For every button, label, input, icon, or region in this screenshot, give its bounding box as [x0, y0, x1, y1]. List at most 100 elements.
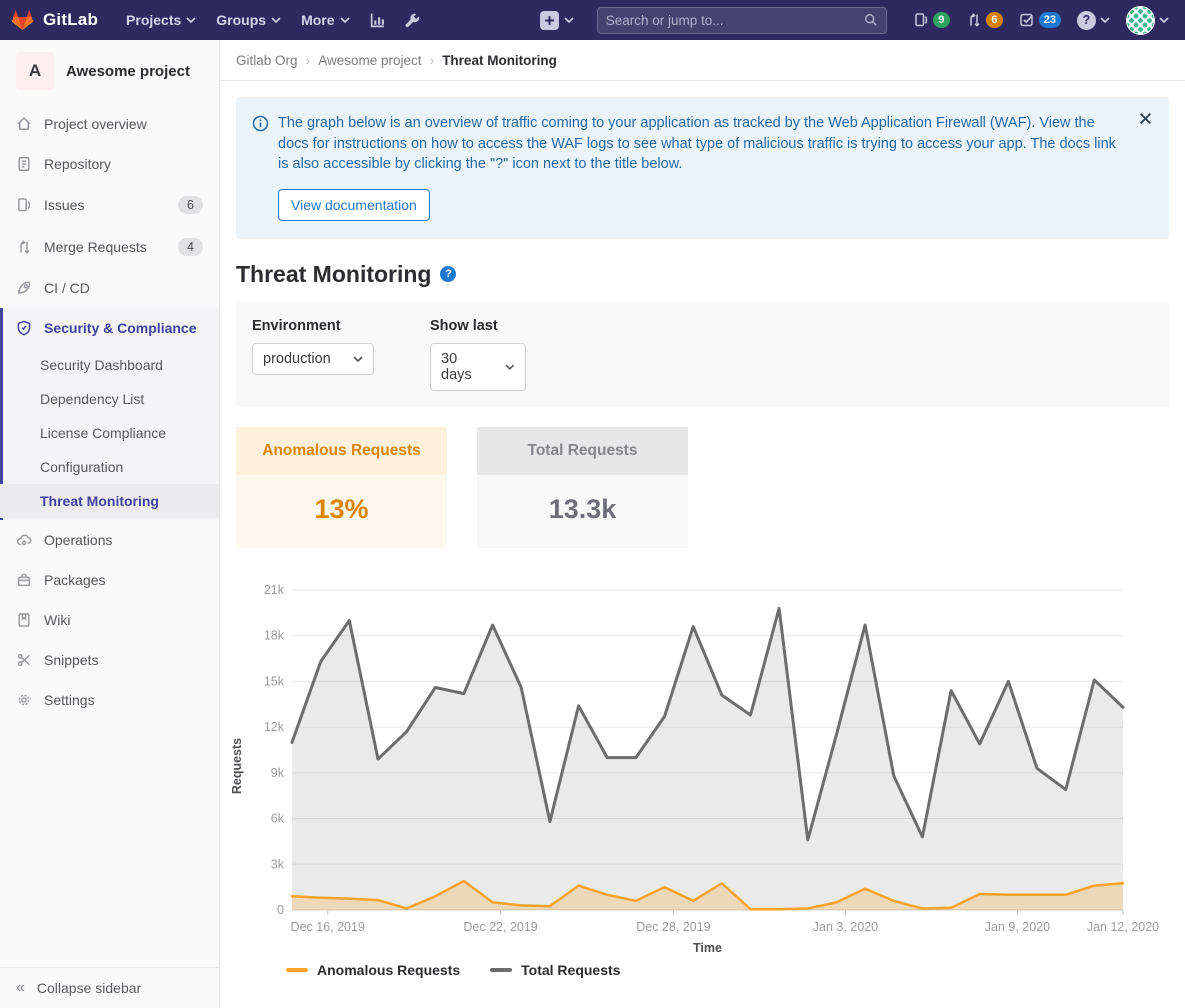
- chevron-down-icon: [505, 364, 515, 370]
- svg-text:3k: 3k: [271, 857, 285, 871]
- menu-more[interactable]: More: [291, 0, 359, 40]
- bar-chart-icon: [369, 12, 386, 29]
- sidebar-item-merge-requests[interactable]: Merge Requests 4: [0, 226, 219, 268]
- gear-icon: [16, 692, 32, 708]
- page-title: Threat Monitoring: [236, 261, 431, 288]
- menu-projects-label: Projects: [126, 12, 181, 28]
- help-menu[interactable]: ?: [1069, 11, 1118, 30]
- collapse-sidebar-button[interactable]: « Collapse sidebar: [0, 967, 219, 1008]
- menu-groups[interactable]: Groups: [206, 0, 291, 40]
- info-icon: [252, 115, 269, 132]
- project-avatar: A: [16, 52, 54, 90]
- sidebar-item-project-overview[interactable]: Project overview: [0, 104, 219, 144]
- plus-icon: [540, 11, 559, 30]
- breadcrumb-separator: ›: [430, 52, 435, 68]
- breadcrumb-current-page: Threat Monitoring: [442, 53, 557, 68]
- todos-counter[interactable]: 23: [1011, 12, 1069, 28]
- breadcrumb-project[interactable]: Awesome project: [318, 53, 421, 68]
- sidebar-subitem-security-dashboard[interactable]: Security Dashboard: [0, 348, 219, 382]
- legend-swatch-total: [490, 968, 512, 972]
- environment-value: production: [263, 351, 331, 367]
- show-last-select[interactable]: 30 days: [430, 343, 526, 391]
- total-requests-card[interactable]: Total Requests 13.3k: [477, 427, 688, 548]
- issues-icon: [16, 197, 32, 213]
- chevron-down-icon: [340, 17, 350, 23]
- sidebar-item-label: Snippets: [44, 652, 98, 668]
- menu-groups-label: Groups: [216, 12, 266, 28]
- svg-text:Dec 16, 2019: Dec 16, 2019: [291, 920, 365, 934]
- breadcrumb-group[interactable]: Gitlab Org: [236, 53, 298, 68]
- sidebar-item-snippets[interactable]: Snippets: [0, 640, 219, 680]
- show-last-value: 30 days: [441, 351, 489, 383]
- search-icon: [864, 13, 878, 27]
- user-avatar: [1126, 6, 1155, 35]
- threat-chart-svg: 03k6k9k12k15k18k21kDec 16, 2019Dec 22, 2…: [246, 572, 1157, 960]
- gitlab-logo[interactable]: GitLab: [10, 8, 98, 32]
- total-requests-label: Total Requests: [477, 427, 688, 475]
- environment-select[interactable]: production: [252, 343, 374, 375]
- svg-text:9k: 9k: [271, 766, 285, 780]
- todo-check-icon: [1019, 12, 1035, 28]
- legend-item-anomalous[interactable]: Anomalous Requests: [286, 962, 460, 978]
- scissors-icon: [16, 652, 32, 668]
- close-alert-button[interactable]: [1137, 110, 1154, 130]
- brand-name: GitLab: [43, 10, 98, 30]
- view-documentation-button[interactable]: View documentation: [278, 189, 430, 221]
- sidebar-item-operations[interactable]: Operations: [0, 520, 219, 560]
- sidebar-item-packages[interactable]: Packages: [0, 560, 219, 600]
- merge-request-icon: [16, 239, 32, 255]
- user-menu[interactable]: [1118, 6, 1169, 35]
- merge-requests-counter[interactable]: 6: [958, 12, 1011, 28]
- chevron-down-icon: [186, 17, 196, 23]
- chevron-down-icon: [353, 356, 363, 362]
- new-menu-button[interactable]: [531, 0, 583, 40]
- sidebar-item-label: Merge Requests: [44, 239, 147, 255]
- sidebar-subitem-threat-monitoring[interactable]: Threat Monitoring: [0, 484, 219, 518]
- sidebar-item-label: Security & Compliance: [44, 320, 197, 336]
- sidebar-subitem-configuration[interactable]: Configuration: [0, 450, 219, 484]
- admin-area-button[interactable]: [395, 0, 430, 40]
- legend-swatch-anomalous: [286, 968, 308, 972]
- sidebar-subitem-dependency-list[interactable]: Dependency List: [0, 382, 219, 416]
- sidebar-item-repository[interactable]: Repository: [0, 144, 219, 184]
- merge-requests-badge: 4: [178, 238, 203, 256]
- sidebar-item-issues[interactable]: Issues 6: [0, 184, 219, 226]
- security-compliance-section: Security & Compliance Security Dashboard…: [0, 308, 219, 520]
- anomalous-requests-card[interactable]: Anomalous Requests 13%: [236, 427, 447, 548]
- cloud-gear-icon: [16, 532, 32, 548]
- search-input[interactable]: [606, 13, 864, 28]
- sidebar-item-ci-cd[interactable]: CI / CD: [0, 268, 219, 308]
- sidebar-item-label: Settings: [44, 692, 95, 708]
- sidebar-item-wiki[interactable]: Wiki: [0, 600, 219, 640]
- sidebar-item-label: Wiki: [44, 612, 70, 628]
- issues-badge: 6: [178, 196, 203, 214]
- mr-count-badge: 6: [986, 12, 1003, 28]
- legend-item-total[interactable]: Total Requests: [490, 962, 620, 978]
- shield-icon: [16, 320, 32, 336]
- svg-text:Dec 28, 2019: Dec 28, 2019: [636, 920, 710, 934]
- svg-text:0: 0: [277, 903, 284, 917]
- legend-label-anomalous: Anomalous Requests: [317, 962, 460, 978]
- svg-text:6k: 6k: [271, 811, 285, 825]
- project-name: Awesome project: [66, 63, 190, 80]
- title-help-icon[interactable]: ?: [440, 266, 456, 282]
- traffic-chart: Requests 03k6k9k12k15k18k21kDec 16, 2019…: [228, 572, 1169, 960]
- project-header[interactable]: A Awesome project: [0, 40, 219, 104]
- show-last-label: Show last: [430, 318, 526, 334]
- sidebar-item-label: Repository: [44, 156, 111, 172]
- rocket-icon: [16, 280, 32, 296]
- anomalous-requests-value: 13%: [236, 475, 447, 548]
- issues-counter[interactable]: 9: [905, 12, 958, 28]
- show-last-filter: Show last 30 days: [430, 318, 526, 391]
- book-icon: [16, 612, 32, 628]
- sidebar-item-security-compliance[interactable]: Security & Compliance: [0, 308, 219, 348]
- svg-text:Jan 9, 2020: Jan 9, 2020: [985, 920, 1050, 934]
- sidebar-item-settings[interactable]: Settings: [0, 680, 219, 720]
- sidebar-subitem-license-compliance[interactable]: License Compliance: [0, 416, 219, 450]
- filter-panel: Environment production Show last 30 days: [236, 302, 1169, 407]
- help-icon: ?: [1077, 11, 1096, 30]
- menu-projects[interactable]: Projects: [116, 0, 206, 40]
- anomalous-requests-label: Anomalous Requests: [236, 427, 447, 475]
- analytics-button[interactable]: [360, 0, 395, 40]
- svg-text:12k: 12k: [264, 720, 285, 734]
